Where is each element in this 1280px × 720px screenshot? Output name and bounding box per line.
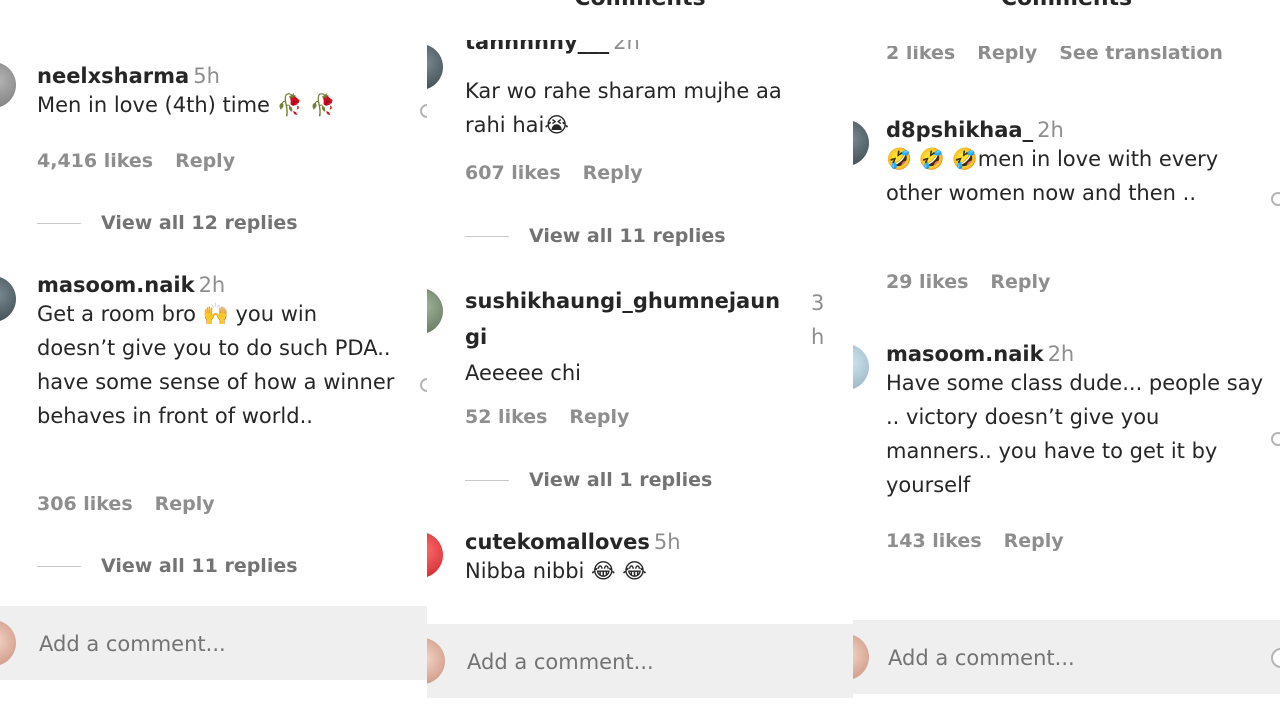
comment-composer: Add a comment... xyxy=(427,624,853,698)
comment-username[interactable]: cutekomalloves xyxy=(465,530,650,554)
reply-button[interactable]: Reply xyxy=(583,162,643,184)
reply-button[interactable]: Reply xyxy=(990,271,1050,293)
replies-line xyxy=(465,236,509,237)
comment-composer: Add a comment... xyxy=(0,606,427,680)
reply-button[interactable]: Reply xyxy=(175,150,235,172)
avatar[interactable] xyxy=(853,120,869,166)
add-comment-input[interactable]: Add a comment... xyxy=(888,646,1075,670)
replies-line xyxy=(37,566,81,567)
comment: sushikhaungi_ghumnejaungi Aeeeee chi xyxy=(465,284,795,390)
reply-button[interactable]: Reply xyxy=(155,493,215,515)
comment-meta: 29 likes Reply xyxy=(886,271,1050,293)
avatar[interactable] xyxy=(427,532,443,578)
comment: masoom.naik 2h Get a room bro 🙌 you win d… xyxy=(37,273,397,433)
view-replies-label[interactable]: View all 11 replies xyxy=(101,555,298,577)
avatar[interactable] xyxy=(853,344,869,390)
comment-time: 2h xyxy=(1037,118,1064,142)
comment-text: Kar wo rahe sharam mujhe aa rahi hai😭 xyxy=(465,79,782,137)
replies-line xyxy=(37,223,81,224)
comment-time: 2h xyxy=(613,40,640,54)
reply-button[interactable]: Reply xyxy=(1004,530,1064,552)
comment-time: 5h xyxy=(653,530,681,554)
comment-username[interactable]: sushikhaungi_ghumnejaungi xyxy=(465,289,780,349)
comments-panel-3: Comments 2 likes Reply See translation d8p… xyxy=(853,0,1280,720)
view-replies-button[interactable]: View all 11 replies xyxy=(37,555,298,577)
avatar[interactable] xyxy=(427,44,443,90)
comment-text: Aeeeee chi xyxy=(465,361,581,385)
avatar[interactable] xyxy=(0,62,16,108)
reply-button[interactable]: Reply xyxy=(977,46,1037,64)
likes-count[interactable]: 4,416 likes xyxy=(37,150,153,172)
comment-meta: 306 likes Reply xyxy=(37,493,215,515)
reply-button[interactable]: Reply xyxy=(569,406,629,428)
my-avatar xyxy=(0,620,16,666)
comment-time: 2h xyxy=(1047,342,1075,366)
view-replies-button[interactable]: View all 12 replies xyxy=(37,212,298,234)
comments-sheet-title: Comments xyxy=(427,0,853,11)
comment-meta: 4,416 likes Reply xyxy=(37,150,235,172)
comment-text: Get a room bro 🙌 you win doesn’t give yo… xyxy=(37,302,395,428)
view-replies-button[interactable]: View all 11 replies xyxy=(465,225,726,247)
like-heart-icon[interactable] xyxy=(420,104,427,118)
likes-count[interactable]: 2 likes xyxy=(886,46,955,64)
view-replies-label[interactable]: View all 11 replies xyxy=(529,225,726,247)
comment-time: 3h xyxy=(811,291,825,349)
comments-panel-1: neelxsharma 5h Men in love (4th) time 🥀 🥀… xyxy=(0,0,427,720)
replies-line xyxy=(465,480,509,481)
comment-username[interactable]: tannnnny___ xyxy=(465,40,609,54)
comment-meta: 143 likes Reply xyxy=(886,530,1064,552)
comment: d8pshikhaa_ 2h 🤣 🤣 🤣men in love with ever… xyxy=(886,118,1246,210)
view-replies-button[interactable]: View all 1 replies xyxy=(465,469,712,491)
comment-meta: 607 likes Reply xyxy=(465,162,643,184)
avatar[interactable] xyxy=(0,276,16,322)
see-translation-button[interactable]: See translation xyxy=(1059,46,1223,64)
like-heart-icon[interactable] xyxy=(1271,432,1280,446)
view-replies-label[interactable]: View all 12 replies xyxy=(101,212,298,234)
comment-composer: Add a comment... xyxy=(853,620,1280,694)
comments-panel-2: Comments tannnnny___ 2h Kar wo rahe shara… xyxy=(427,0,853,720)
comment-username[interactable]: masoom.naik xyxy=(886,342,1044,366)
comment-text: Nibba nibbi 😂 😂 xyxy=(465,559,647,583)
like-heart-icon[interactable] xyxy=(1271,192,1280,206)
my-avatar xyxy=(427,638,445,684)
comment: masoom.naik 2h Have some class dude... pe… xyxy=(886,342,1266,502)
add-comment-input[interactable]: Add a comment... xyxy=(39,632,226,656)
comment-text: Men in love (4th) time 🥀 🥀 xyxy=(37,93,336,117)
likes-count[interactable]: 29 likes xyxy=(886,271,968,293)
my-avatar xyxy=(853,634,869,680)
add-comment-input[interactable]: Add a comment... xyxy=(467,650,654,674)
comment-meta: 52 likes Reply xyxy=(465,406,629,428)
comment: cutekomalloves 5h Nibba nibbi 😂 😂 xyxy=(465,530,825,588)
likes-count[interactable]: 143 likes xyxy=(886,530,982,552)
likes-count[interactable]: 607 likes xyxy=(465,162,561,184)
like-heart-icon[interactable] xyxy=(420,378,427,392)
comment-time: 2h xyxy=(198,273,226,297)
comment-text: Have some class dude... people say .. vi… xyxy=(886,371,1264,497)
comment-text: 🤣 🤣 🤣men in love with every other women … xyxy=(886,147,1219,205)
comment-time: 5h xyxy=(193,64,220,88)
emoji-button-icon[interactable] xyxy=(1271,648,1280,668)
comment-meta: 2 likes Reply See translation xyxy=(886,46,1223,68)
comments-sheet-title: Comments xyxy=(853,0,1280,11)
comment-username[interactable]: masoom.naik xyxy=(37,273,195,297)
comment: neelxsharma 5h Men in love (4th) time 🥀 🥀 xyxy=(37,64,417,122)
likes-count[interactable]: 52 likes xyxy=(465,406,547,428)
comment-username[interactable]: d8pshikhaa_ xyxy=(886,118,1033,142)
view-replies-label[interactable]: View all 1 replies xyxy=(529,469,712,491)
avatar[interactable] xyxy=(427,288,443,334)
comment-username[interactable]: neelxsharma xyxy=(37,64,189,88)
likes-count[interactable]: 306 likes xyxy=(37,493,133,515)
comment: tannnnny___ 2h Kar wo rahe sharam mujhe a… xyxy=(465,40,825,142)
